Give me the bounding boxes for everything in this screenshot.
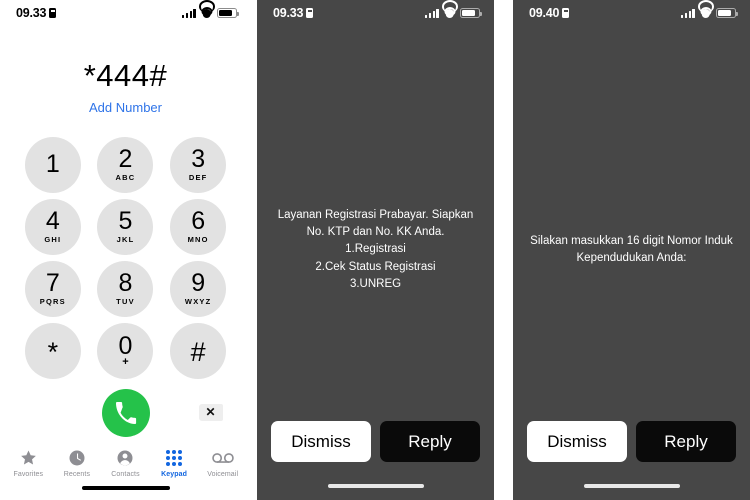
ussd-message-text: Silakan masukkan 16 digit Nomor Induk Ke… <box>530 234 733 264</box>
key-letters: GHI <box>44 235 62 245</box>
tab-contacts[interactable]: Contacts <box>101 447 149 478</box>
keypad-key-5[interactable]: 5 JKL <box>97 198 154 255</box>
home-indicator <box>583 484 680 488</box>
key-digit: 5 <box>118 207 133 236</box>
tab-keypad[interactable]: Keypad <box>150 447 198 478</box>
tab-favorites[interactable]: Favorites <box>4 447 52 478</box>
screenshot-root: 09.33 *444# Add Number 1 2 ABC 3 DEF 4 G… <box>0 0 750 500</box>
keypad-key-star[interactable]: * <box>24 322 81 379</box>
keypad-key-8[interactable]: 8 TUV <box>97 260 154 317</box>
tab-label: Favorites <box>13 471 44 478</box>
add-number-link[interactable]: Add Number <box>0 100 251 115</box>
tab-label: Keypad <box>161 471 188 478</box>
key-digit: # <box>190 337 206 368</box>
wifi-icon <box>198 0 215 18</box>
call-action-row: ✕ <box>17 388 235 439</box>
keypad-dots-icon <box>166 447 183 468</box>
key-letters: + <box>122 356 129 369</box>
ussd-action-buttons: Dismiss Reply <box>527 421 736 462</box>
keypad-key-0[interactable]: 0 + <box>97 322 154 379</box>
tab-recents[interactable]: Recents <box>53 447 101 478</box>
tab-label: Voicemail <box>207 471 239 478</box>
key-digit: 7 <box>45 269 60 298</box>
dismiss-button[interactable]: Dismiss <box>271 421 371 462</box>
person-circle-icon <box>116 447 134 468</box>
tab-label: Contacts <box>111 471 140 478</box>
key-digit: 2 <box>118 145 133 174</box>
key-digit: 1 <box>45 150 60 179</box>
status-bar-clock: 09.33 <box>16 6 47 20</box>
ussd-dialog-screen-1: 09.33 Layanan Registrasi Prabayar. Siapk… <box>257 0 494 500</box>
key-letters: WXYZ <box>184 297 212 307</box>
key-digit: * <box>47 337 59 368</box>
key-letters: MNO <box>187 235 209 245</box>
key-letters: JKL <box>116 235 135 245</box>
key-letters: TUV <box>116 297 135 307</box>
key-letters: ABC <box>115 173 136 183</box>
key-digit: 3 <box>191 145 206 174</box>
tab-voicemail[interactable]: Voicemail <box>199 447 247 478</box>
reply-button[interactable]: Reply <box>636 421 736 462</box>
tab-bar: Favorites Recents Contacts Keypad Voicem… <box>0 447 251 478</box>
status-bar-left: 09.33 <box>16 6 57 20</box>
keypad-key-hash[interactable]: # <box>170 322 227 379</box>
keypad-key-7[interactable]: 7 PQRS <box>24 260 81 317</box>
delete-glyph: ✕ <box>205 405 216 420</box>
dialed-number-area: *444# Add Number <box>0 26 251 115</box>
key-digit: 9 <box>191 269 206 298</box>
dialed-number: *444# <box>83 58 168 93</box>
home-indicator <box>327 484 424 488</box>
phone-icon <box>115 401 136 424</box>
call-button[interactable] <box>101 388 150 437</box>
keypad-key-2[interactable]: 2 ABC <box>97 136 154 193</box>
lock-icon <box>49 8 57 18</box>
battery-icon <box>217 8 239 18</box>
dial-keypad: 1 2 ABC 3 DEF 4 GHI 5 JKL 6 MNO 7 PQRS 8… <box>17 136 235 379</box>
status-bar-right <box>181 0 239 18</box>
status-bar: 09.33 <box>0 0 251 26</box>
clock-icon <box>68 447 86 468</box>
keypad-key-3[interactable]: 3 DEF <box>170 136 227 193</box>
key-letters: PQRS <box>39 297 66 307</box>
key-digit: 4 <box>45 207 60 236</box>
ussd-message-text: Layanan Registrasi Prabayar. Siapkan No.… <box>277 209 474 290</box>
phone-dialer-screen: 09.33 *444# Add Number 1 2 ABC 3 DEF 4 G… <box>0 0 251 500</box>
reply-button[interactable]: Reply <box>380 421 480 462</box>
tab-label: Recents <box>63 471 91 478</box>
keypad-key-6[interactable]: 6 MNO <box>170 198 227 255</box>
dismiss-button[interactable]: Dismiss <box>527 421 627 462</box>
ussd-dialog-screen-2: 09.40 Silakan masukkan 16 digit Nomor In… <box>513 0 750 500</box>
key-letters: DEF <box>188 173 208 183</box>
ussd-action-buttons: Dismiss Reply <box>271 421 480 462</box>
star-icon <box>19 447 38 468</box>
delete-backspace-button[interactable]: ✕ <box>198 403 223 421</box>
home-indicator <box>81 486 170 490</box>
voicemail-icon <box>211 447 234 468</box>
keypad-key-1[interactable]: 1 <box>24 136 81 193</box>
key-digit: 6 <box>191 207 206 236</box>
key-digit: 8 <box>118 269 133 298</box>
keypad-key-4[interactable]: 4 GHI <box>24 198 81 255</box>
keypad-key-9[interactable]: 9 WXYZ <box>170 260 227 317</box>
cellular-signal-icon <box>181 8 196 18</box>
